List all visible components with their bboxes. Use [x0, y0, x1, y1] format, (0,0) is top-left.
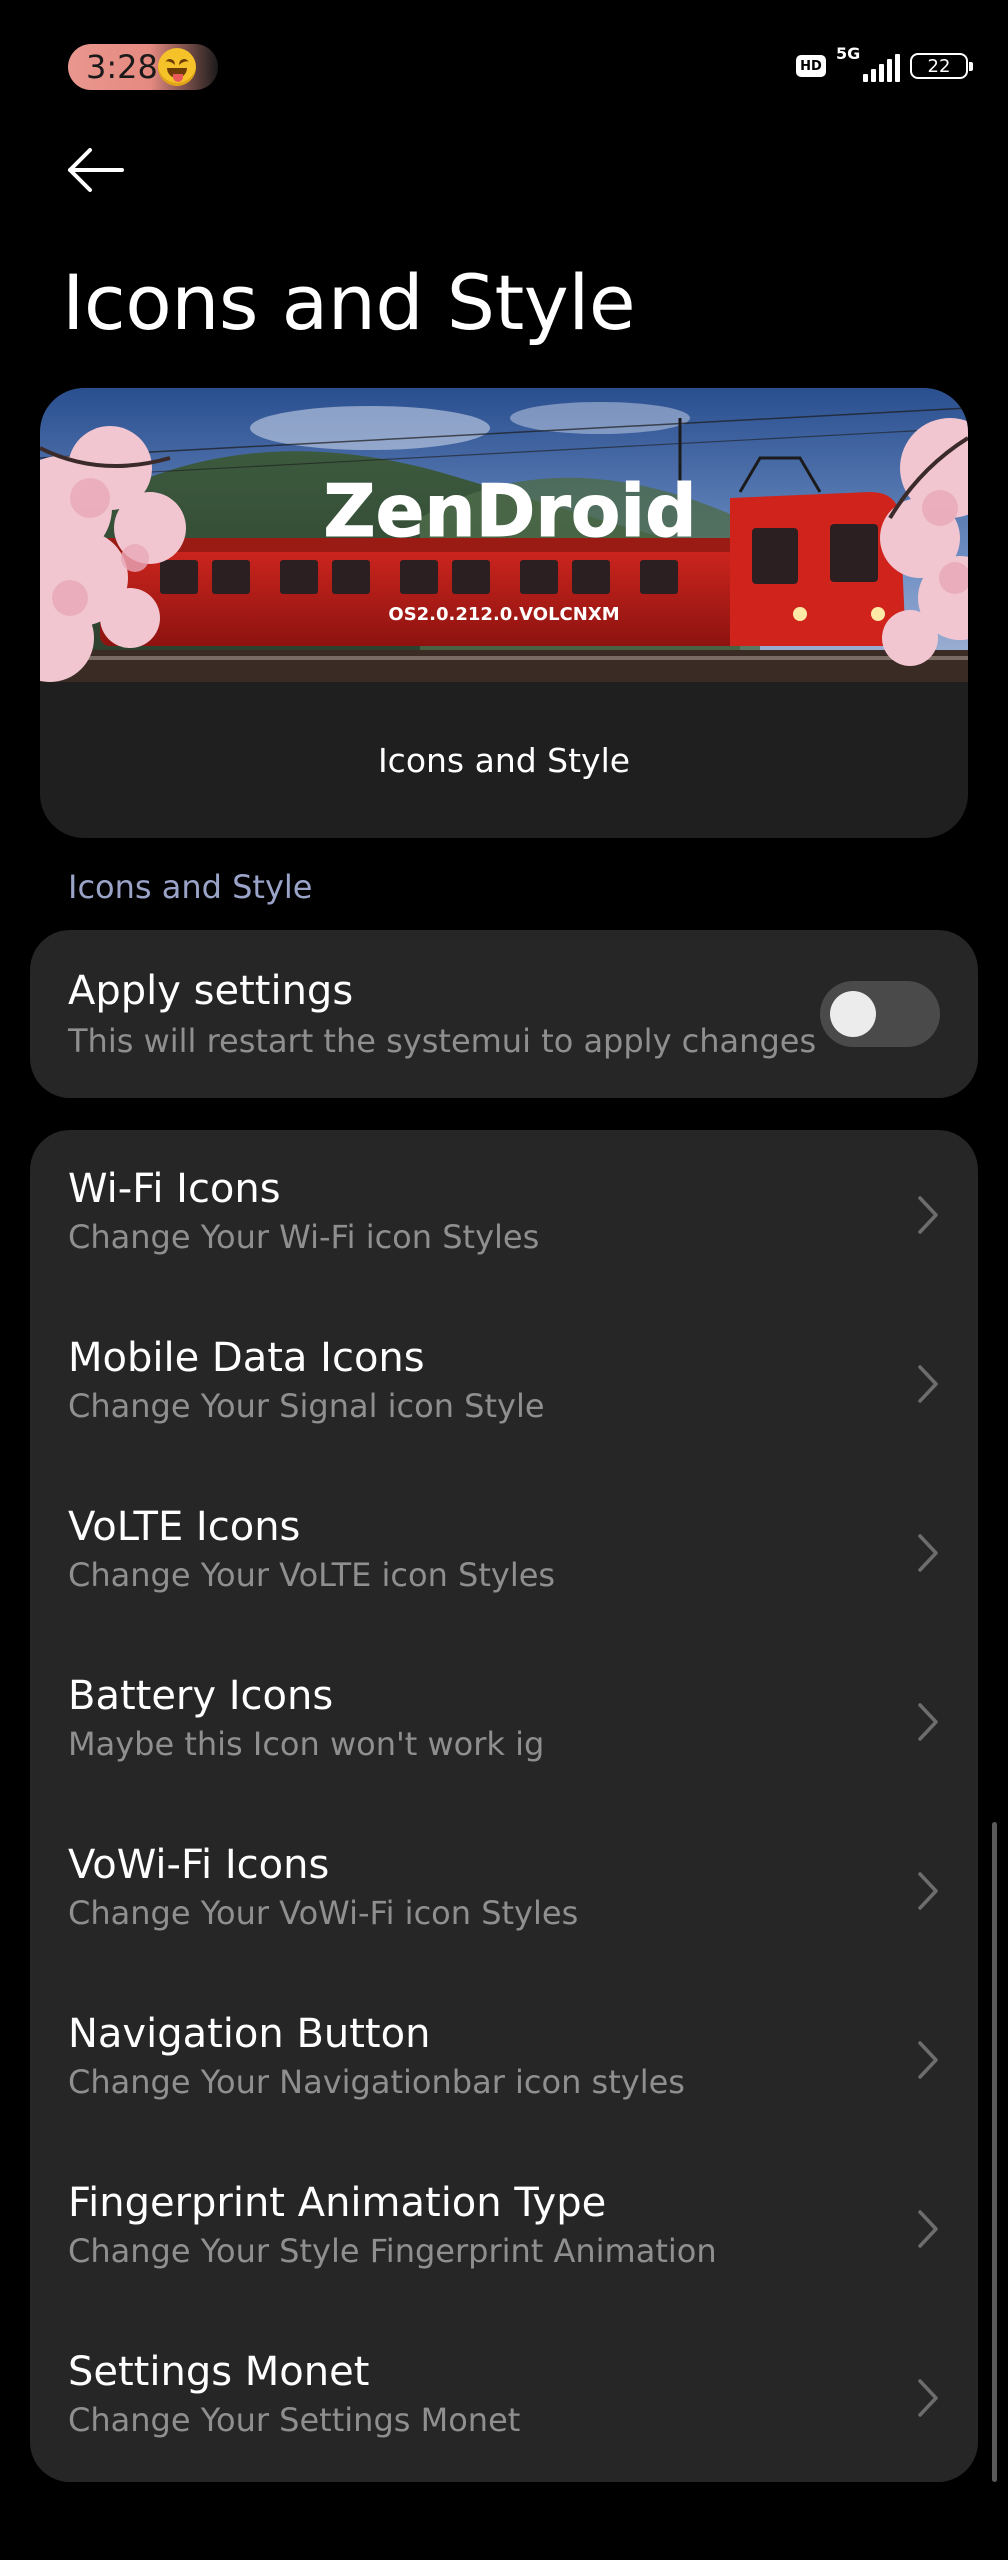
banner-caption: Icons and Style [377, 740, 631, 780]
list-item[interactable]: Settings Monet Change Your Settings Monet [30, 2313, 978, 2482]
hd-badge: HD [796, 55, 826, 77]
arrow-left-icon [68, 148, 124, 192]
list-item-title: VoWi-Fi Icons [68, 1842, 330, 1888]
signal-icon: 5G [836, 44, 900, 84]
chevron-right-icon [918, 1534, 938, 1572]
list-item[interactable]: VoLTE Icons Change Your VoLTE icon Styles [30, 1468, 978, 1637]
emoji-icon [158, 48, 196, 86]
section-header: Icons and Style [68, 868, 313, 906]
apply-settings-title: Apply settings [68, 968, 354, 1014]
scrollbar[interactable] [992, 1822, 997, 2482]
apply-settings-subtitle: This will restart the systemui to apply … [68, 1022, 817, 1060]
list-item-title: VoLTE Icons [68, 1504, 301, 1550]
list-item-subtitle: Change Your Wi-Fi icon Styles [68, 1218, 540, 1256]
back-button[interactable] [60, 140, 132, 200]
chevron-right-icon [918, 2210, 938, 2248]
network-type: 5G [836, 44, 861, 63]
list-item-subtitle: Change Your Signal icon Style [68, 1387, 545, 1425]
list-item-title: Settings Monet [68, 2349, 370, 2395]
chevron-right-icon [918, 1196, 938, 1234]
list-item-title: Fingerprint Animation Type [68, 2180, 607, 2226]
list-item-subtitle: Change Your Style Fingerprint Animation [68, 2232, 717, 2270]
apply-settings-row[interactable]: Apply settings This will restart the sys… [30, 930, 978, 1098]
list-item[interactable]: Fingerprint Animation Type Change Your St… [30, 2144, 978, 2313]
page-title: Icons and Style [62, 258, 636, 347]
status-time: 3:28 [86, 48, 158, 86]
banner-version: OS2.0.212.0.VOLCNXM [388, 604, 619, 625]
list-item-title: Mobile Data Icons [68, 1335, 425, 1381]
chevron-right-icon [918, 1703, 938, 1741]
list-item-title: Navigation Button [68, 2011, 431, 2057]
list-item[interactable]: VoWi-Fi Icons Change Your VoWi-Fi icon St… [30, 1806, 978, 1975]
banner-card: ZenDroid OS2.0.212.0.VOLCNXM Icons and S… [40, 388, 968, 838]
list-item[interactable]: Battery Icons Maybe this Icon won't work … [30, 1637, 978, 1806]
list-item[interactable]: Wi-Fi Icons Change Your Wi-Fi icon Styles [30, 1130, 978, 1299]
chevron-right-icon [918, 1365, 938, 1403]
list-item[interactable]: Navigation Button Change Your Navigationb… [30, 1975, 978, 2144]
battery-icon: 22 [910, 53, 973, 79]
toggle-knob [830, 991, 876, 1037]
list-item[interactable]: Mobile Data Icons Change Your Signal icon… [30, 1299, 978, 1468]
list-item-subtitle: Change Your Navigationbar icon styles [68, 2063, 685, 2101]
chevron-right-icon [918, 1872, 938, 1910]
apply-settings-toggle[interactable] [820, 981, 940, 1047]
banner-brand: ZenDroid [323, 469, 696, 553]
list-item-subtitle: Change Your Settings Monet [68, 2401, 521, 2439]
chevron-right-icon [918, 2041, 938, 2079]
battery-level: 22 [927, 55, 951, 77]
list-item-title: Battery Icons [68, 1673, 334, 1719]
list-item-subtitle: Maybe this Icon won't work ig [68, 1725, 545, 1763]
banner-image: ZenDroid OS2.0.212.0.VOLCNXM [40, 388, 968, 682]
settings-list: Wi-Fi Icons Change Your Wi-Fi icon Styles… [30, 1130, 978, 2482]
status-bar: 3:28 HD 5G 22 [0, 0, 1008, 130]
list-item-subtitle: Change Your VoWi-Fi icon Styles [68, 1894, 579, 1932]
chevron-right-icon [918, 2379, 938, 2417]
list-item-subtitle: Change Your VoLTE icon Styles [68, 1556, 556, 1594]
list-item-title: Wi-Fi Icons [68, 1166, 281, 1212]
status-indicators: HD 5G 22 [796, 44, 973, 86]
